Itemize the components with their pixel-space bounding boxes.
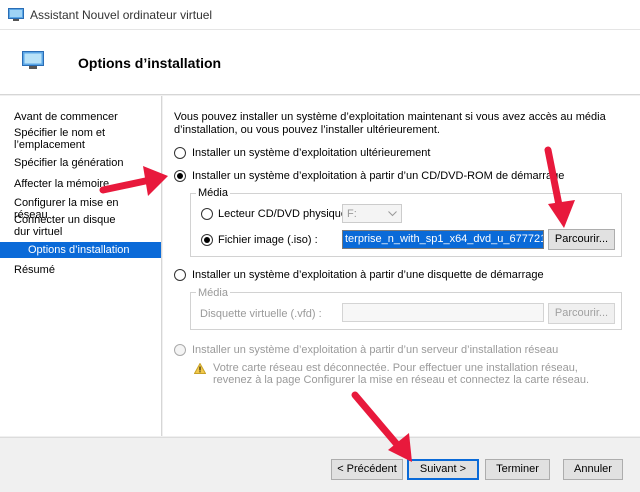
virtual-machine-icon <box>8 8 24 21</box>
radio-physical-drive[interactable] <box>201 208 213 220</box>
physical-drive-select[interactable]: F: <box>342 204 402 223</box>
sidebar-item-generation[interactable]: Spécifier la génération <box>14 157 154 169</box>
network-warning-text: Votre carte réseau est déconnectée. Pour… <box>213 362 590 386</box>
option-network-label: Installer un système d’exploitation à pa… <box>192 344 559 356</box>
finish-button[interactable]: Terminer <box>485 459 550 480</box>
physical-drive-label: Lecteur CD/DVD physique : <box>218 208 354 220</box>
window-title: Assistant Nouvel ordinateur virtuel <box>30 8 213 22</box>
cd-media-label: Média <box>196 187 230 199</box>
image-file-label: Fichier image (.iso) : <box>218 234 318 246</box>
sidebar-item-installation-options[interactable]: Options d’installation <box>0 242 161 258</box>
warning-icon <box>194 363 206 374</box>
virtual-machine-icon <box>22 51 44 69</box>
sidebar-item-virtual-disk[interactable]: Connecter un disque dur virtuel <box>14 214 134 238</box>
sidebar-item-summary[interactable]: Résumé <box>14 264 154 276</box>
chevron-down-icon <box>388 211 397 217</box>
browse-iso-button[interactable]: Parcourir... <box>548 229 615 250</box>
floppy-media-label: Média <box>196 287 230 299</box>
radio-install-cd[interactable] <box>174 170 186 182</box>
sidebar-item-memory[interactable]: Affecter la mémoire <box>14 178 154 190</box>
wizard-header: Options d’installation <box>0 30 640 95</box>
floppy-label: Disquette virtuelle (.vfd) : <box>200 308 322 320</box>
next-button[interactable]: Suivant > <box>407 459 479 480</box>
intro-text: Vous pouvez installer un système d’explo… <box>174 111 606 136</box>
option-cd-label: Installer un système d’exploitation à pa… <box>192 170 565 182</box>
page-title: Options d’installation <box>78 55 222 71</box>
wizard-sidebar: Avant de commencer Spécifier le nom et l… <box>0 96 162 436</box>
floppy-input[interactable] <box>342 303 544 322</box>
title-bar: Assistant Nouvel ordinateur virtuel <box>0 0 640 30</box>
radio-image-file[interactable] <box>201 234 213 246</box>
radio-install-network[interactable] <box>174 344 186 356</box>
option-floppy-label: Installer un système d’exploitation à pa… <box>192 269 544 281</box>
sidebar-item-name-location[interactable]: Spécifier le nom et l’emplacement <box>14 127 124 151</box>
sidebar-item-before-you-begin[interactable]: Avant de commencer <box>14 111 154 123</box>
radio-install-floppy[interactable] <box>174 269 186 281</box>
previous-button[interactable]: < Précédent <box>331 459 403 480</box>
cancel-button[interactable]: Annuler <box>563 459 623 480</box>
option-later-label: Installer un système d’exploitation ulté… <box>192 147 431 159</box>
browse-floppy-button[interactable]: Parcourir... <box>548 303 615 324</box>
physical-drive-value: F: <box>347 208 357 220</box>
image-file-input[interactable]: terprise_n_with_sp1_x64_dvd_u_677721.iso <box>342 230 544 249</box>
radio-install-later[interactable] <box>174 147 186 159</box>
